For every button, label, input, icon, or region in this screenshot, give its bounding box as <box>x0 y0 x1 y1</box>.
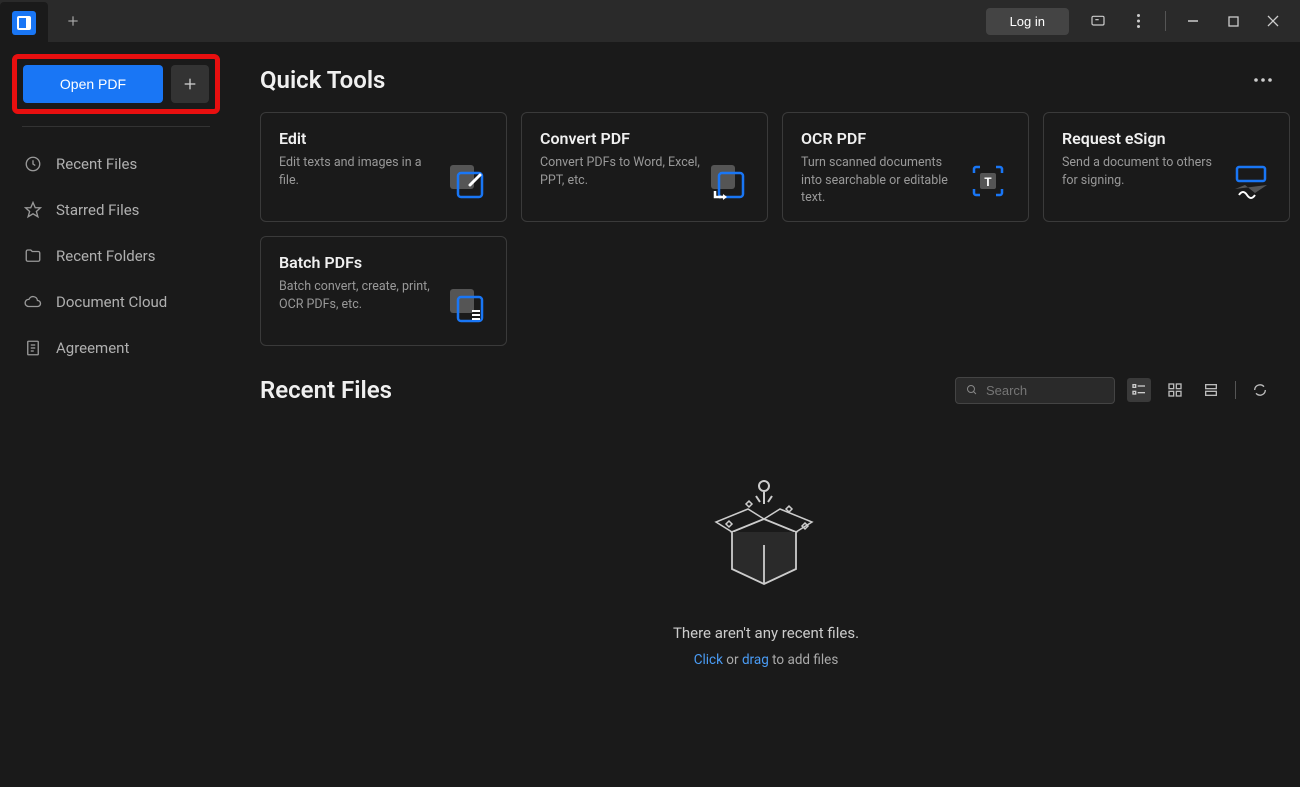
tool-card-request-esign[interactable]: Request eSign Send a document to others … <box>1043 112 1290 222</box>
kebab-menu-icon[interactable] <box>1119 2 1157 40</box>
titlebar: Log in <box>0 0 1300 42</box>
folder-icon <box>24 247 42 265</box>
sidebar-item-document-cloud[interactable]: Document Cloud <box>12 279 220 325</box>
tool-desc: Send a document to others for signing. <box>1062 154 1227 189</box>
tool-title: Edit <box>279 129 444 148</box>
messages-icon[interactable] <box>1079 2 1117 40</box>
tool-desc: Batch convert, create, print, OCR PDFs, … <box>279 278 444 313</box>
sidebar: Open PDF Recent Files Starred Files Rece… <box>0 42 232 787</box>
sidebar-item-recent-files[interactable]: Recent Files <box>12 141 220 187</box>
sidebar-item-label: Recent Files <box>56 155 137 173</box>
svg-text:T: T <box>984 175 992 189</box>
tool-desc: Convert PDFs to Word, Excel, PPT, etc. <box>540 154 705 189</box>
ocr-icon: T <box>966 159 1010 203</box>
sidebar-item-label: Starred Files <box>56 201 139 219</box>
main-content: Quick Tools Edit Edit texts and images i… <box>232 42 1300 787</box>
drag-link[interactable]: drag <box>742 652 769 668</box>
divider <box>22 126 210 127</box>
divider <box>1235 381 1236 399</box>
tool-card-ocr-pdf[interactable]: OCR PDF Turn scanned documents into sear… <box>782 112 1029 222</box>
sidebar-item-starred-files[interactable]: Starred Files <box>12 187 220 233</box>
app-tab[interactable] <box>0 2 48 44</box>
more-icon[interactable] <box>1254 78 1272 82</box>
titlebar-right: Log in <box>986 2 1300 40</box>
sidebar-item-recent-folders[interactable]: Recent Folders <box>12 233 220 279</box>
search-input[interactable] <box>986 383 1104 398</box>
sidebar-item-label: Recent Folders <box>56 247 156 265</box>
new-tab-button[interactable] <box>48 14 98 28</box>
divider <box>1165 11 1166 31</box>
sidebar-item-agreement[interactable]: Agreement <box>12 325 220 371</box>
tool-title: Request eSign <box>1062 129 1227 148</box>
cloud-icon <box>24 293 42 311</box>
clock-icon <box>24 155 42 173</box>
empty-hint: Click or drag to add files <box>694 652 839 668</box>
convert-icon <box>705 159 749 203</box>
window-close-button[interactable] <box>1254 2 1292 40</box>
recent-toolbar <box>955 377 1272 404</box>
open-pdf-button[interactable]: Open PDF <box>23 65 163 103</box>
batch-icon <box>444 283 488 327</box>
search-icon <box>966 383 978 397</box>
view-detail-button[interactable] <box>1199 378 1223 402</box>
edit-icon <box>444 159 488 203</box>
refresh-button[interactable] <box>1248 378 1272 402</box>
search-box[interactable] <box>955 377 1115 404</box>
window-minimize-button[interactable] <box>1174 2 1212 40</box>
empty-state: There aren't any recent files. Click or … <box>260 424 1272 668</box>
view-list-button[interactable] <box>1127 378 1151 402</box>
add-button[interactable] <box>171 65 209 103</box>
quick-tools-grid: Edit Edit texts and images in a file. Co… <box>260 112 1272 346</box>
window-maximize-button[interactable] <box>1214 2 1252 40</box>
view-grid-button[interactable] <box>1163 378 1187 402</box>
recent-files-title: Recent Files <box>260 376 392 404</box>
tool-card-convert-pdf[interactable]: Convert PDF Convert PDFs to Word, Excel,… <box>521 112 768 222</box>
tool-desc: Edit texts and images in a file. <box>279 154 444 189</box>
esign-icon <box>1227 159 1271 203</box>
empty-box-icon <box>696 474 836 604</box>
tool-title: Batch PDFs <box>279 253 444 272</box>
tool-desc: Turn scanned documents into searchable o… <box>801 154 966 207</box>
titlebar-left <box>0 0 98 42</box>
tool-card-batch-pdfs[interactable]: Batch PDFs Batch convert, create, print,… <box>260 236 507 346</box>
sidebar-item-label: Agreement <box>56 339 129 357</box>
empty-message: There aren't any recent files. <box>673 624 859 642</box>
star-icon <box>24 201 42 219</box>
tool-card-edit[interactable]: Edit Edit texts and images in a file. <box>260 112 507 222</box>
app-logo-icon <box>12 11 36 35</box>
login-button[interactable]: Log in <box>986 8 1069 35</box>
sidebar-item-label: Document Cloud <box>56 293 167 311</box>
highlight-annotation: Open PDF <box>12 54 220 114</box>
tool-title: OCR PDF <box>801 129 966 148</box>
click-link[interactable]: Click <box>694 652 723 668</box>
quick-tools-title: Quick Tools <box>260 66 385 94</box>
document-icon <box>24 339 42 357</box>
tool-title: Convert PDF <box>540 129 705 148</box>
